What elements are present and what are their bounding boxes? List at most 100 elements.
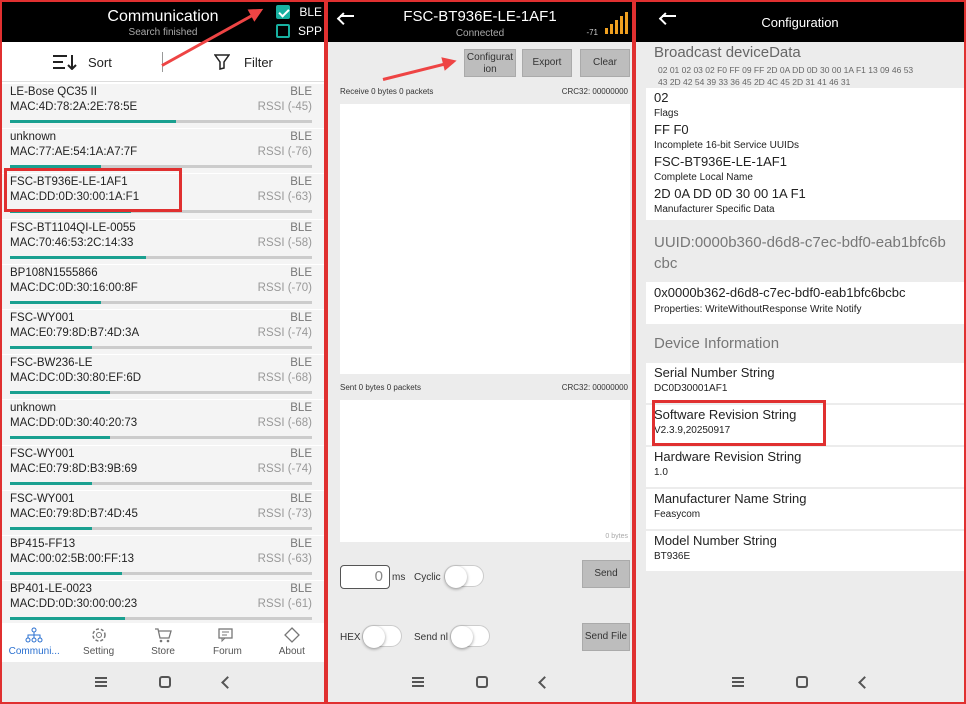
device-mac: MAC:E0:79:8D:B7:4D:45 (10, 507, 138, 520)
spp-checkbox[interactable] (276, 24, 290, 38)
back-icon[interactable] (220, 675, 234, 689)
sort-icon (53, 55, 77, 70)
signal-bar-fill (10, 255, 146, 259)
send-input-area[interactable]: 0 bytes (340, 400, 630, 542)
sort-button[interactable]: Sort (52, 54, 112, 70)
menu-icon[interactable] (731, 677, 744, 687)
device-type: BLE (290, 357, 312, 370)
hex-toggle[interactable] (362, 625, 402, 648)
ad-entry-manufacturer[interactable]: 2D 0A DD 0D 30 00 1A F1 Manufacturer Spec… (654, 183, 964, 215)
info-manufacturer-name[interactable]: Manufacturer Name String Feasycom (646, 489, 964, 529)
menu-icon[interactable] (411, 677, 424, 687)
sent-crc: CRC32: 00000000 (561, 383, 628, 392)
menu-icon[interactable] (94, 677, 107, 687)
characteristic-properties: Properties: WriteWithoutResponse Write N… (654, 304, 862, 315)
device-mac: MAC:DC:0D:30:16:00:8F (10, 281, 138, 294)
device-name: BP415-FF13 (10, 537, 76, 550)
info-key: Model Number String (654, 533, 777, 548)
signal-bar-fill (10, 345, 92, 349)
device-list-item[interactable]: BP108N1555866 MAC:DC:0D:30:16:00:8F BLE … (2, 264, 324, 310)
clear-button[interactable]: Clear (580, 49, 630, 77)
interval-input[interactable]: 0 (340, 565, 390, 589)
device-list-item[interactable]: LE-Bose QC35 II MAC:4D:78:2A:2E:78:5E BL… (2, 84, 324, 130)
device-mac: MAC:DD:0D:30:00:00:23 (10, 598, 138, 611)
service-uuid-line2: cbc (654, 255, 678, 272)
device-list-item[interactable]: FSC-BW236-LE MAC:DC:0D:30:80:EF:6D BLE R… (2, 355, 324, 401)
device-type: BLE (290, 266, 312, 279)
device-name: unknown (10, 402, 57, 415)
device-info-title: Device Information (654, 335, 780, 352)
device-name: FSC-WY001 (10, 492, 75, 505)
device-name: BP108N1555866 (10, 266, 98, 279)
page-title: Configuration (761, 15, 839, 30)
home-icon[interactable] (795, 676, 808, 688)
device-rssi: RSSI (-68) (257, 372, 312, 385)
device-mac: MAC:E0:79:8D:B7:4D:3A (10, 326, 140, 339)
send-nl-toggle[interactable] (450, 625, 490, 648)
characteristic-item[interactable]: 0x0000b362-d6d8-c7ec-bdf0-eab1bfc6bcbc P… (646, 282, 964, 324)
device-list-item[interactable]: FSC-BT1104QI-LE-0055 MAC:70:46:53:2C:14:… (2, 219, 324, 265)
tab-setting[interactable]: Setting (66, 623, 130, 665)
device-rssi: RSSI (-63) (257, 552, 312, 565)
home-icon[interactable] (158, 676, 171, 688)
signal-bar-fill (10, 436, 110, 440)
device-mac: MAC:00:02:5B:00:FF:13 (10, 552, 135, 565)
info-hardware-revision[interactable]: Hardware Revision String 1.0 (646, 447, 964, 487)
tab-communication[interactable]: Communi... (2, 623, 66, 665)
device-type: BLE (290, 221, 312, 234)
broadcast-hex-line1: 02 01 02 03 02 F0 FF 09 FF 2D 0A DD 0D 3… (658, 65, 914, 75)
device-name: FSC-WY001 (10, 447, 75, 460)
signal-bar (10, 436, 312, 440)
tab-label: Communi... (8, 646, 60, 657)
info-value: 1.0 (654, 467, 668, 478)
info-value: Feasycom (654, 509, 701, 520)
configuration-button[interactable]: Configurat ion (464, 49, 516, 77)
receive-area[interactable] (340, 104, 630, 374)
signal-bar (10, 571, 312, 575)
device-type: BLE (290, 537, 312, 550)
send-file-button[interactable]: Send File (582, 623, 630, 651)
device-mac: MAC:DD:0D:30:40:20:73 (10, 417, 138, 430)
send-button[interactable]: Send (582, 560, 630, 588)
ble-checkbox[interactable] (276, 5, 290, 19)
signal-bar-fill (10, 120, 177, 123)
info-serial-number[interactable]: Serial Number String DC0D30001AF1 (646, 363, 964, 403)
cyclic-toggle[interactable] (444, 565, 484, 588)
device-list-item[interactable]: BP415-FF13 MAC:00:02:5B:00:FF:13 BLE RSS… (2, 535, 324, 582)
device-type: BLE (290, 131, 312, 144)
chat-icon (218, 628, 234, 643)
device-rssi: RSSI (-68) (257, 417, 312, 430)
highlight-box (652, 400, 826, 446)
signal-bar-fill (10, 391, 110, 395)
home-icon[interactable] (475, 676, 488, 688)
export-button[interactable]: Export (522, 49, 572, 77)
device-mac: MAC:70:46:53:2C:14:33 (10, 236, 134, 249)
device-list-item[interactable]: BP401-LE-0023 MAC:DD:0D:30:00:00:23 BLE … (2, 581, 324, 627)
ad-entry-flags[interactable]: 02 Flags (654, 88, 964, 119)
device-rssi: RSSI (-74) (257, 462, 312, 475)
device-list-item[interactable]: FSC-WY001 MAC:E0:79:8D:B3:9B:69 BLE RSSI… (2, 445, 324, 491)
info-model-number[interactable]: Model Number String BT936E (646, 531, 964, 571)
receive-label: Receive 0 bytes 0 packets (340, 87, 434, 96)
ad-value: 2D 0A DD 0D 30 00 1A F1 (654, 186, 806, 201)
device-list-item[interactable]: FSC-WY001 MAC:E0:79:8D:B7:4D:3A BLE RSSI… (2, 309, 324, 356)
ad-entry-name[interactable]: FSC-BT936E-LE-1AF1 Complete Local Name (654, 151, 964, 183)
receive-crc: CRC32: 00000000 (561, 87, 628, 96)
tab-store[interactable]: Store (131, 623, 195, 665)
device-rssi: RSSI (-73) (257, 507, 312, 520)
filter-button[interactable]: Filter (214, 54, 273, 70)
tab-forum[interactable]: Forum (195, 623, 259, 665)
back-icon[interactable] (857, 675, 871, 689)
device-scan-panel: Communication Search finished BLE SPP So… (0, 0, 326, 704)
back-icon[interactable] (537, 675, 551, 689)
ad-entry-uuids[interactable]: FF F0 Incomplete 16-bit Service UUIDs (654, 119, 964, 151)
network-icon (25, 627, 43, 643)
device-rssi: RSSI (-63) (257, 191, 312, 204)
highlight-box (4, 168, 182, 212)
tab-about[interactable]: About (260, 623, 324, 665)
device-title: FSC-BT936E-LE-1AF1 (403, 8, 557, 25)
device-list-item[interactable]: unknown MAC:DD:0D:30:40:20:73 BLE RSSI (… (2, 400, 324, 446)
hex-label: HEX (340, 632, 361, 643)
scan-header: Communication Search finished BLE SPP (2, 2, 324, 42)
device-list-item[interactable]: FSC-WY001 MAC:E0:79:8D:B7:4D:45 BLE RSSI… (2, 490, 324, 536)
